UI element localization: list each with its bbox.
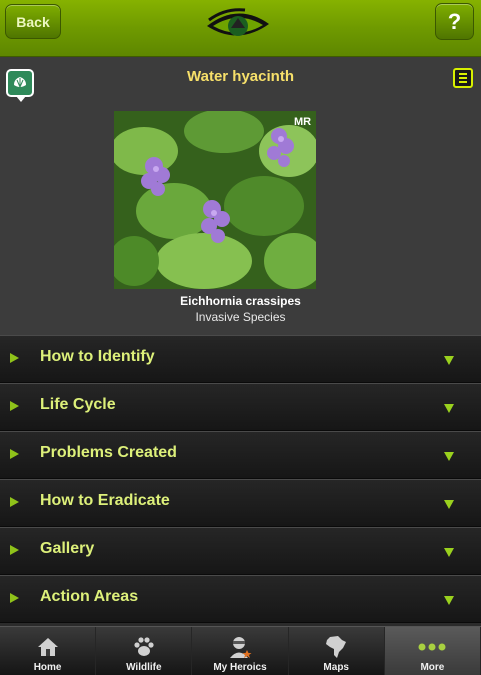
section-problems-created[interactable]: Problems Created xyxy=(0,431,481,479)
section-action-areas[interactable]: Action Areas xyxy=(0,575,481,623)
chevron-down-icon xyxy=(444,356,454,365)
tab-home[interactable]: Home xyxy=(0,627,97,675)
section-gallery[interactable]: Gallery xyxy=(0,527,481,575)
expand-arrow-icon xyxy=(10,449,19,459)
section-label: Gallery xyxy=(40,540,95,557)
section-label: Problems Created xyxy=(40,444,177,461)
tab-my-heroics[interactable]: My Heroics xyxy=(192,627,289,675)
tab-label: Maps xyxy=(323,662,349,673)
chevron-down-icon xyxy=(444,548,454,557)
expand-arrow-icon xyxy=(10,593,19,603)
tab-label: Home xyxy=(33,662,62,673)
app-header: Back ? xyxy=(0,0,481,57)
chevron-down-icon xyxy=(444,500,454,509)
more-dots-icon xyxy=(417,634,447,660)
page-title: Water hyacinth xyxy=(187,68,294,85)
help-button[interactable]: ? xyxy=(435,3,474,40)
tab-maps[interactable]: Maps xyxy=(289,627,385,675)
chevron-down-icon xyxy=(444,452,454,461)
section-label: How to Identify xyxy=(40,348,155,365)
tab-more[interactable]: More xyxy=(384,627,481,675)
home-icon xyxy=(37,634,59,660)
chevron-down-icon xyxy=(444,596,454,605)
hero-icon xyxy=(228,634,252,660)
chevron-down-icon xyxy=(444,404,454,413)
section-how-to-identify[interactable]: How to Identify xyxy=(0,335,481,383)
section-label: How to Eradicate xyxy=(40,492,170,509)
back-button[interactable]: Back xyxy=(5,4,61,39)
species-details: Water hyacinth MR Eichhornia crassipes I… xyxy=(0,57,481,335)
tab-wildlife[interactable]: Wildlife xyxy=(96,627,193,675)
bottom-tab-bar: Home Wildlife My Heroics Maps More xyxy=(0,626,481,675)
section-how-to-eradicate[interactable]: How to Eradicate xyxy=(0,479,481,527)
section-life-cycle[interactable]: Life Cycle xyxy=(0,383,481,431)
paw-icon xyxy=(133,634,155,660)
section-label: Action Areas xyxy=(40,588,139,605)
tab-label: More xyxy=(420,662,445,673)
expand-arrow-icon xyxy=(10,497,19,507)
section-label: Life Cycle xyxy=(40,396,116,413)
species-photo: MR xyxy=(114,111,316,289)
tab-label: My Heroics xyxy=(213,662,267,673)
photo-watermark: MR xyxy=(294,116,311,128)
menu-icon[interactable] xyxy=(453,68,473,88)
tab-label: Wildlife xyxy=(126,662,162,673)
info-sections: How to Identify Life Cycle Problems Crea… xyxy=(0,335,481,623)
expand-arrow-icon xyxy=(10,545,19,555)
expand-arrow-icon xyxy=(10,401,19,411)
africa-map-icon xyxy=(325,634,347,660)
species-status: Invasive Species xyxy=(195,310,286,324)
expand-arrow-icon xyxy=(10,353,19,363)
eye-logo-icon xyxy=(205,6,271,46)
scientific-name: Eichhornia crassipes xyxy=(180,294,301,308)
